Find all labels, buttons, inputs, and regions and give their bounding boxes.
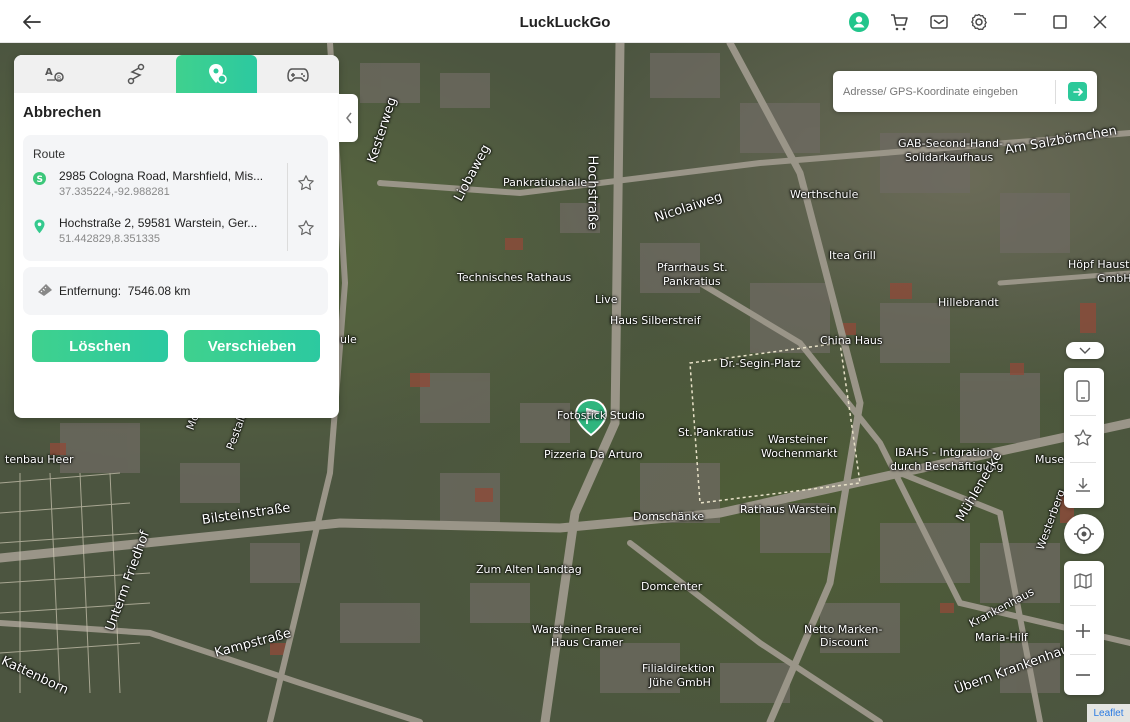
route-label: Route [33, 147, 66, 161]
map-attribution[interactable]: Leaflet [1087, 704, 1130, 722]
distance-value: 7546.08 km [127, 284, 191, 298]
map-label: Solidarkaufhaus [905, 151, 994, 164]
map-label: Maria-Hilf [975, 631, 1028, 644]
map-label: Zum Alten Landtag [476, 563, 582, 576]
collapse-panel-button[interactable] [339, 94, 358, 142]
map-label: Wochenmarkt [761, 447, 838, 460]
map-label: Pankratiushalle [503, 176, 588, 189]
map-label: Hillebrandt [938, 296, 999, 309]
map-label: tenbau Heer [5, 453, 74, 466]
route-panel: AB Abbrechen Route S 2985 Cologna Road, … [14, 55, 339, 418]
app-title: LuckLuckGo [519, 14, 611, 31]
svg-text:B: B [57, 75, 61, 82]
cart-icon[interactable] [886, 9, 912, 35]
map-label: Muse [1035, 453, 1064, 466]
ruler-icon [37, 283, 53, 302]
chevron-down-icon [1079, 347, 1091, 354]
arrow-right-icon [1072, 87, 1083, 96]
map-label: Jühe GmbH [649, 676, 711, 689]
tab-two-spot-mode[interactable] [95, 55, 176, 93]
download-icon[interactable] [1064, 462, 1102, 508]
distance-text: Entfernung: 7546.08 km [59, 284, 190, 298]
route-box: Route S 2985 Cologna Road, Marshfield, M… [23, 135, 328, 261]
move-button[interactable]: Verschieben [184, 330, 320, 362]
map-label: Pankratius [663, 275, 721, 288]
map-label: GAB-Second-Hand- [898, 137, 1003, 150]
end-address: Hochstraße 2, 59581 Warstein, Ger... [59, 216, 258, 230]
distance-box: Entfernung: 7546.08 km [23, 267, 328, 315]
svg-text:A: A [45, 67, 53, 78]
map-label: GmbH [1097, 272, 1130, 285]
gamepad-icon [286, 68, 309, 82]
zoom-in-icon[interactable] [1064, 609, 1102, 653]
crosshair-icon [1065, 511, 1103, 557]
map-label: Höpf Hauste [1068, 258, 1130, 271]
favorite-end-star-icon[interactable] [297, 219, 315, 237]
map-label: Dr.-Segin-Platz [720, 357, 801, 370]
search-go-button[interactable] [1068, 82, 1087, 101]
map-label: Haus Silberstreif [610, 314, 701, 327]
title-bar: LuckLuckGo [0, 0, 1130, 43]
start-address: 2985 Cologna Road, Marshfield, Mis... [59, 169, 264, 183]
map-label: ule [340, 333, 357, 346]
map-label: Filialdirektion [642, 662, 716, 675]
toolbar-divider [1070, 605, 1096, 606]
svg-text:S: S [37, 175, 43, 185]
distance-label: Entfernung: [59, 284, 122, 298]
zoom-out-icon[interactable] [1064, 655, 1102, 695]
map-label: Werthschule [790, 188, 859, 201]
map-label: Warsteiner Brauerei [532, 623, 642, 636]
favorite-start-star-icon[interactable] [297, 174, 315, 192]
tab-multi-spot-mode[interactable] [176, 55, 257, 93]
search-divider [1055, 80, 1056, 104]
two-spot-route-icon [127, 63, 144, 85]
map-label: Live [595, 293, 618, 306]
map-layers-icon[interactable] [1064, 561, 1102, 601]
map-label: Pizzeria Da Arturo [544, 448, 643, 461]
map-label: IBAHS - Intgration [895, 446, 994, 459]
route-divider [287, 163, 288, 251]
start-marker-icon: S [33, 172, 46, 185]
mode-tabs: AB [14, 55, 339, 93]
close-icon[interactable] [1087, 9, 1113, 35]
favorites-star-icon[interactable] [1064, 415, 1102, 461]
settings-icon[interactable] [966, 9, 992, 35]
teleport-ab-icon: AB [45, 67, 64, 82]
mail-icon[interactable] [926, 9, 952, 35]
locate-me-button[interactable] [1064, 514, 1104, 554]
map-label: Haus Cramer [551, 636, 624, 649]
side-toolbar [1064, 368, 1104, 508]
user-avatar-icon[interactable] [846, 9, 872, 35]
delete-button[interactable]: Löschen [32, 330, 168, 362]
minimize-icon[interactable] [1007, 9, 1033, 35]
map-label: Fotostick Studio [557, 409, 645, 422]
search-box [833, 71, 1097, 112]
end-marker-icon [33, 219, 46, 234]
end-coordinates: 51.442829,8.351335 [59, 233, 160, 245]
map-label: Itea Grill [829, 249, 876, 262]
tab-joystick-mode[interactable] [257, 55, 338, 93]
map-label: China Haus [820, 334, 883, 347]
map-label: Rathaus Warstein [740, 503, 837, 516]
expand-tools-button[interactable] [1066, 342, 1104, 359]
search-input[interactable] [843, 82, 1053, 102]
map-label: Discount [820, 636, 869, 649]
map-label: Netto Marken- [804, 623, 883, 636]
map-label: Hochstraße [584, 155, 600, 230]
multi-spot-pin-icon [208, 64, 227, 84]
chevron-left-icon [345, 112, 352, 124]
device-icon[interactable] [1064, 368, 1102, 414]
cancel-heading[interactable]: Abbrechen [23, 104, 101, 121]
maximize-icon[interactable] [1047, 9, 1073, 35]
map-label: St. Pankratius [678, 426, 754, 439]
map-label: Pfarrhaus St. [657, 261, 728, 274]
map-label: Technisches Rathaus [457, 271, 572, 284]
tab-teleport-mode[interactable]: AB [14, 55, 95, 93]
map-label: Domschänke [633, 510, 705, 523]
map-label: Warsteiner [768, 433, 828, 446]
map-label: Domcenter [641, 580, 703, 593]
start-coordinates: 37.335224,-92.988281 [59, 186, 170, 198]
map-controls [1064, 561, 1104, 695]
